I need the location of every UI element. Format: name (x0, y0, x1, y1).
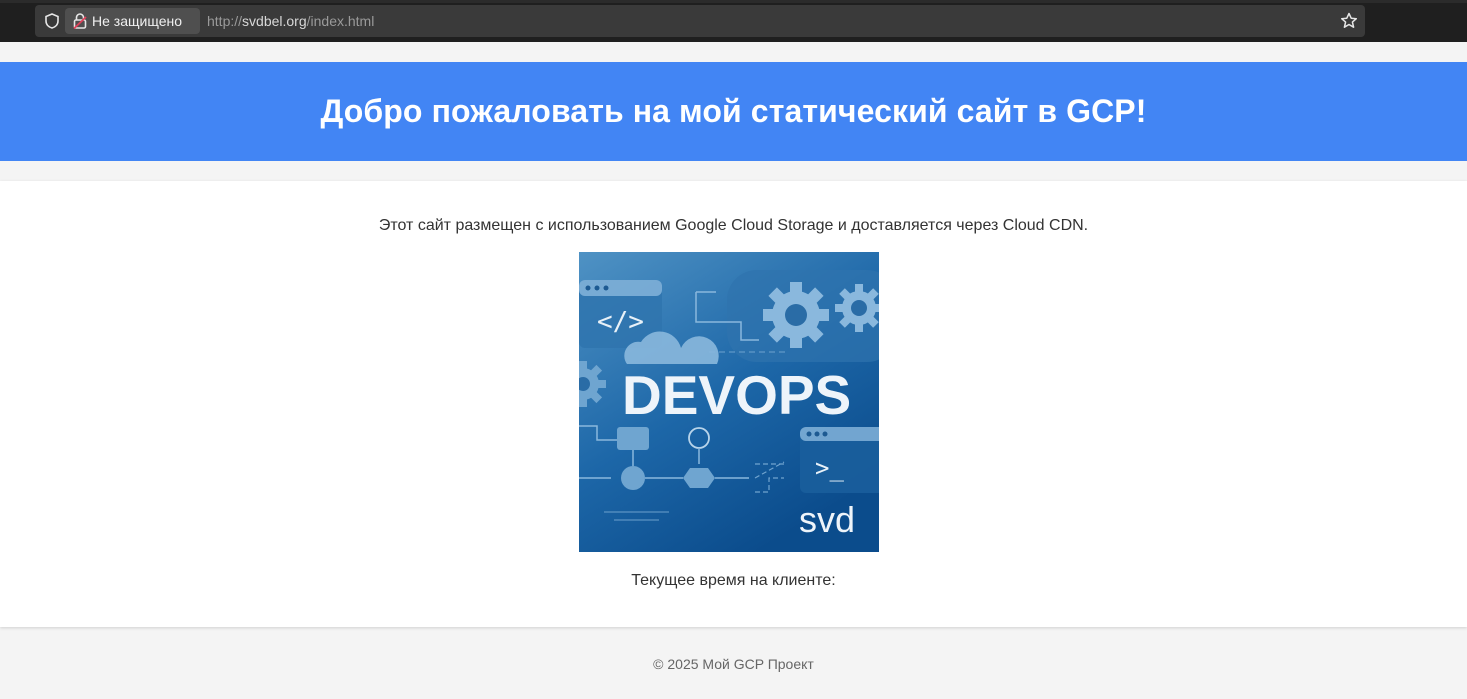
intro-text: Этот сайт размещен с использованием Goog… (378, 217, 1089, 234)
page-top-gap (0, 42, 1467, 62)
not-secure-indicator[interactable]: Не защищено (65, 8, 200, 34)
main-content: Этот сайт размещен с использованием Goog… (0, 181, 1467, 627)
url-scheme: http:// (207, 13, 243, 29)
site-footer: © 2025 Мой GCP Проект (0, 656, 1467, 672)
site-header: Добро пожаловать на мой статический сайт… (0, 62, 1467, 161)
svg-text:</>: </> (597, 307, 644, 337)
footer-copyright: © 2025 Мой GCP Проект (653, 656, 814, 672)
url-path: /index.html (306, 13, 375, 29)
browser-toolbar: Не защищено http://svdbel.org/index.html (0, 0, 1467, 42)
security-label: Не защищено (92, 13, 182, 29)
tab-strip-edge (0, 0, 1467, 3)
bookmark-star-icon[interactable] (1339, 11, 1359, 31)
devops-banner-image: </> DEVOPS >_ svd (579, 252, 879, 552)
client-time-label: Текущее время на клиенте: (631, 572, 836, 589)
svg-text:>_: >_ (815, 454, 844, 482)
address-bar[interactable]: Не защищено http://svdbel.org/index.html (35, 5, 1365, 37)
broken-lock-icon (73, 13, 87, 29)
url-text[interactable]: http://svdbel.org/index.html (207, 5, 374, 37)
url-host: svdbel.org (242, 13, 307, 29)
page-title: Добро пожаловать на мой статический сайт… (320, 93, 1147, 129)
shield-icon[interactable] (43, 12, 61, 30)
banner-devops-text: DEVOPS (622, 364, 851, 426)
banner-svd-text: svd (799, 499, 855, 540)
